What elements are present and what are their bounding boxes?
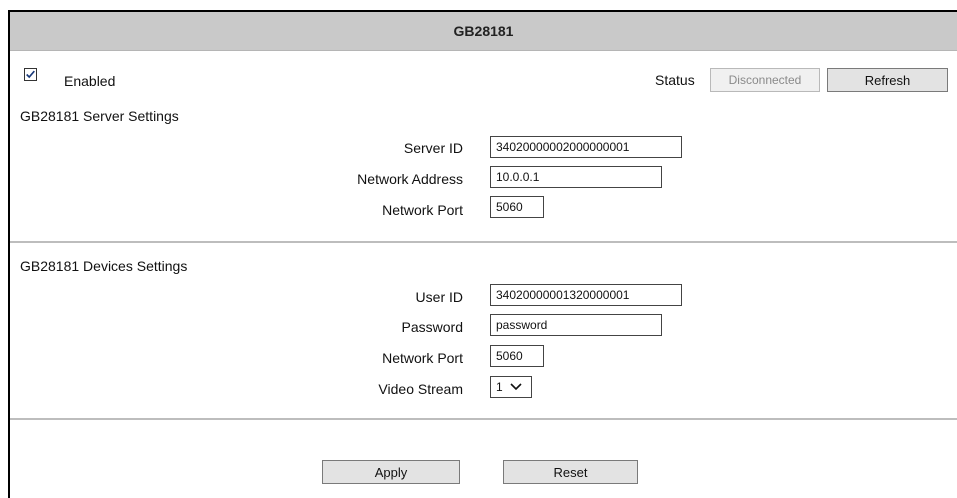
actions-divider (10, 418, 957, 420)
password-value: password (496, 318, 548, 332)
enabled-checkbox[interactable] (24, 68, 37, 81)
enabled-label: Enabled (64, 73, 116, 89)
section-divider (10, 241, 957, 243)
network-address-value: 10.0.0.1 (496, 170, 540, 184)
device-port-label: Network Port (382, 350, 463, 366)
chevron-down-icon (510, 383, 522, 391)
refresh-button-label: Refresh (864, 72, 911, 88)
reset-button-label: Reset (553, 464, 588, 480)
apply-button[interactable]: Apply (322, 460, 460, 484)
network-address-input[interactable]: 10.0.0.1 (490, 166, 662, 188)
panel-title: GB28181 (10, 12, 957, 51)
password-input[interactable]: password (490, 314, 662, 336)
check-icon (26, 70, 35, 79)
status-value-text: Disconnected (728, 73, 802, 87)
server-port-input[interactable]: 5060 (490, 196, 544, 218)
devices-section-title: GB28181 Devices Settings (20, 258, 188, 274)
refresh-button[interactable]: Refresh (827, 68, 948, 92)
video-stream-value: 1 (496, 380, 503, 394)
password-label: Password (401, 319, 463, 335)
device-port-value: 5060 (496, 349, 523, 363)
apply-button-label: Apply (374, 464, 408, 480)
server-port-value: 5060 (496, 200, 523, 214)
user-id-label: User ID (415, 289, 463, 305)
video-stream-select[interactable]: 1 (490, 376, 532, 398)
server-id-value: 34020000002000000001 (496, 140, 630, 154)
video-stream-label: Video Stream (378, 381, 463, 397)
status-label: Status (655, 72, 695, 88)
status-value: Disconnected (710, 68, 820, 92)
server-id-label: Server ID (403, 140, 463, 156)
server-port-label: Network Port (382, 202, 463, 218)
reset-button[interactable]: Reset (503, 460, 638, 484)
user-id-input[interactable]: 34020000001320000001 (490, 284, 682, 306)
device-port-input[interactable]: 5060 (490, 345, 544, 367)
network-address-label: Network Address (357, 171, 463, 187)
panel-title-text: GB28181 (453, 23, 514, 39)
user-id-value: 34020000001320000001 (496, 288, 630, 302)
server-section-title: GB28181 Server Settings (20, 108, 179, 124)
server-id-input[interactable]: 34020000002000000001 (490, 136, 682, 158)
